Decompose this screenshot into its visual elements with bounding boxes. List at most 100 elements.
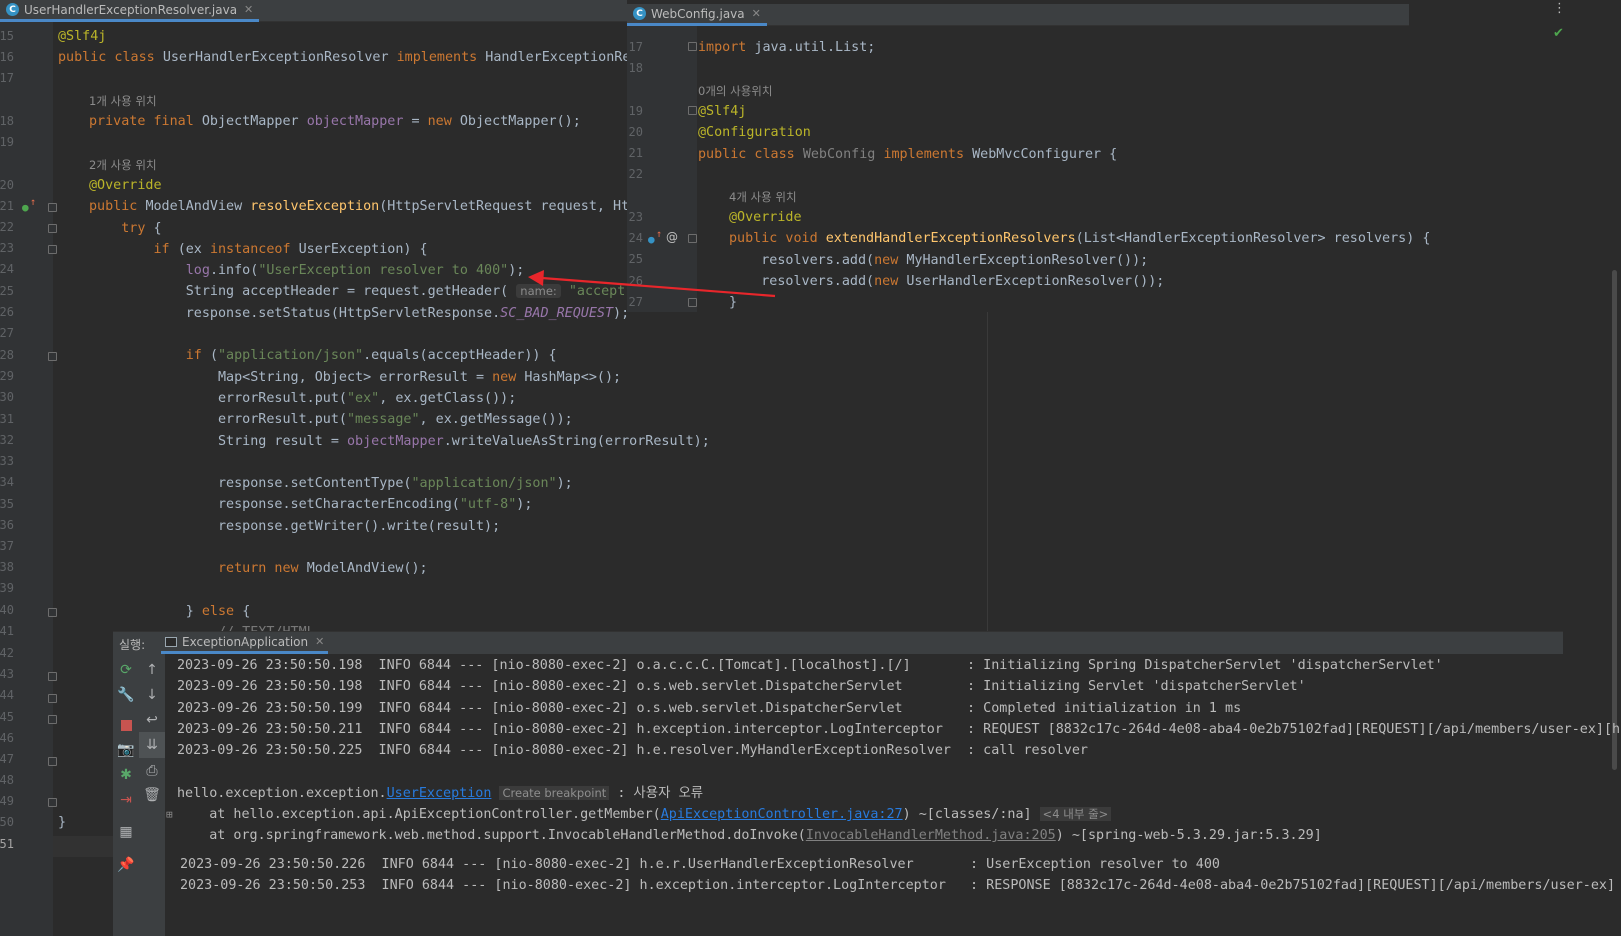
- tab-title: WebConfig.java: [651, 6, 745, 21]
- c-class-icon: C: [633, 7, 646, 20]
- usage-hint[interactable]: 4개 사용 위치: [729, 189, 797, 205]
- exit-icon[interactable]: ⇥: [113, 787, 139, 813]
- wrench-icon[interactable]: 🔧: [113, 682, 139, 708]
- fold-marker[interactable]: [48, 694, 57, 703]
- line-number: 37: [0, 539, 14, 553]
- trace-text: at hello.exception.api.ApiExceptionContr…: [177, 807, 661, 822]
- run-panel-header: 실행: ExceptionApplication ✕: [113, 632, 1563, 654]
- line-number: 30: [0, 390, 14, 404]
- line-number: 22: [0, 220, 14, 234]
- fold-marker[interactable]: [688, 298, 697, 307]
- line-number: 21: [628, 146, 643, 160]
- close-icon[interactable]: ✕: [752, 7, 761, 20]
- line-number: 23: [0, 241, 14, 255]
- usage-hint[interactable]: 2개 사용 위치: [89, 157, 157, 173]
- tab-user-handler-exception-resolver[interactable]: C UserHandlerExceptionResolver.java ✕: [0, 0, 260, 22]
- fold-marker[interactable]: [688, 42, 697, 51]
- run-tab-title: ExceptionApplication: [182, 634, 309, 649]
- line-number: 26: [628, 274, 643, 288]
- at-sign-icon[interactable]: @: [666, 230, 678, 244]
- line-number: 16: [0, 50, 14, 64]
- line-number: 25: [628, 252, 643, 266]
- fold-marker[interactable]: [48, 672, 57, 681]
- print-icon[interactable]: ⎙: [139, 758, 165, 784]
- usage-hint[interactable]: 0개의 사용위치: [698, 83, 772, 99]
- line-number: 24: [0, 262, 14, 276]
- log-line: 2023-09-26 23:50:50.199 INFO 6844 --- [n…: [177, 700, 1242, 716]
- line-number: 21: [0, 199, 14, 213]
- line-number: 26: [0, 305, 14, 319]
- fold-marker[interactable]: [688, 234, 697, 243]
- line-number: 18: [628, 61, 643, 75]
- line-number: 27: [628, 295, 643, 309]
- log-line: 2023-09-26 23:50:50.198 INFO 6844 --- [n…: [177, 679, 1306, 695]
- fold-marker[interactable]: [688, 106, 697, 115]
- line-number: 25: [0, 284, 14, 298]
- line-number: 50: [0, 815, 14, 829]
- line-number: 28: [0, 348, 14, 362]
- line-number: 22: [628, 167, 643, 181]
- c-class-icon: C: [6, 3, 19, 16]
- fold-marker[interactable]: [48, 352, 57, 361]
- trash-icon[interactable]: 🗑: [139, 782, 165, 808]
- override-up-arrow-icon: ↑: [656, 229, 663, 240]
- line-number: 19: [0, 135, 14, 149]
- fold-marker[interactable]: [48, 798, 57, 807]
- close-icon[interactable]: ✕: [315, 635, 324, 648]
- internal-lines-badge[interactable]: <4 내부 줄>: [1039, 807, 1112, 821]
- more-options-icon[interactable]: ⋮: [1553, 1, 1566, 16]
- line-number: 51: [0, 837, 14, 851]
- source-link[interactable]: InvocableHandlerMethod.java:205: [806, 828, 1056, 843]
- line-number: 35: [0, 497, 14, 511]
- fold-marker[interactable]: [48, 224, 57, 233]
- layout-icon[interactable]: ▦: [113, 819, 139, 845]
- fold-marker[interactable]: [48, 757, 57, 766]
- fold-marker[interactable]: [48, 608, 57, 617]
- trace-text: ) ~[classes/:na]: [902, 807, 1032, 822]
- log-line: 2023-09-26 23:50:50.225 INFO 6844 --- [n…: [177, 743, 1088, 759]
- debug-icon[interactable]: ✱: [113, 762, 139, 788]
- vertical-scrollbar[interactable]: [1612, 270, 1617, 770]
- source-link[interactable]: ApiExceptionController.java:27: [661, 807, 903, 822]
- fold-marker[interactable]: [48, 715, 57, 724]
- line-number: 34: [0, 475, 14, 489]
- rerun-icon[interactable]: ⟳: [113, 657, 139, 683]
- stop-icon[interactable]: [113, 712, 139, 738]
- line-number: 29: [0, 369, 14, 383]
- implementation-marker-icon[interactable]: ●: [648, 233, 655, 246]
- exception-class-link[interactable]: UserException: [387, 786, 492, 801]
- line-number: 46: [0, 731, 14, 745]
- line-number: 15: [0, 29, 14, 43]
- exception-prefix: hello.exception.exception.: [177, 786, 387, 801]
- trace-text: at org.springframework.web.method.suppor…: [177, 828, 806, 843]
- line-number: 42: [0, 646, 14, 660]
- scroll-to-end-icon[interactable]: ⇊: [139, 732, 165, 758]
- pin-icon[interactable]: 📌: [113, 852, 139, 878]
- scroll-down-icon[interactable]: ↓: [139, 682, 165, 708]
- tab-exception-application[interactable]: ExceptionApplication ✕: [161, 632, 329, 654]
- stack-trace-line: at org.springframework.web.method.suppor…: [177, 825, 1322, 846]
- line-number: 23: [628, 210, 643, 224]
- close-icon[interactable]: ✕: [244, 3, 253, 16]
- line-number: 40: [0, 603, 14, 617]
- override-marker-icon[interactable]: ●: [22, 201, 29, 214]
- tab-webconfig[interactable]: C WebConfig.java ✕: [627, 4, 767, 26]
- left-tab-bar: C UserHandlerExceptionResolver.java ✕: [0, 0, 627, 22]
- scroll-up-icon[interactable]: ↑: [139, 657, 165, 683]
- expand-icon[interactable]: ⊞: [166, 808, 173, 821]
- fold-marker[interactable]: [48, 203, 57, 212]
- create-breakpoint-button[interactable]: Create breakpoint: [499, 786, 610, 800]
- camera-icon[interactable]: 📷: [113, 737, 139, 763]
- line-number: 33: [0, 454, 14, 468]
- run-panel: 실행: ExceptionApplication ✕ ⟳ 🔧 📷 ✱ ⇥ ▦ 📌…: [113, 631, 1620, 936]
- line-number: 31: [0, 412, 14, 426]
- line-number: 47: [0, 752, 14, 766]
- stack-trace-line: at hello.exception.api.ApiExceptionContr…: [177, 804, 1112, 825]
- line-number: 17: [628, 40, 643, 54]
- line-number: 18: [0, 114, 14, 128]
- usage-hint[interactable]: 1개 사용 위치: [89, 93, 157, 109]
- line-number: 32: [0, 433, 14, 447]
- fold-marker[interactable]: [48, 245, 57, 254]
- soft-wrap-icon[interactable]: ↩: [139, 707, 165, 733]
- line-number: 36: [0, 518, 14, 532]
